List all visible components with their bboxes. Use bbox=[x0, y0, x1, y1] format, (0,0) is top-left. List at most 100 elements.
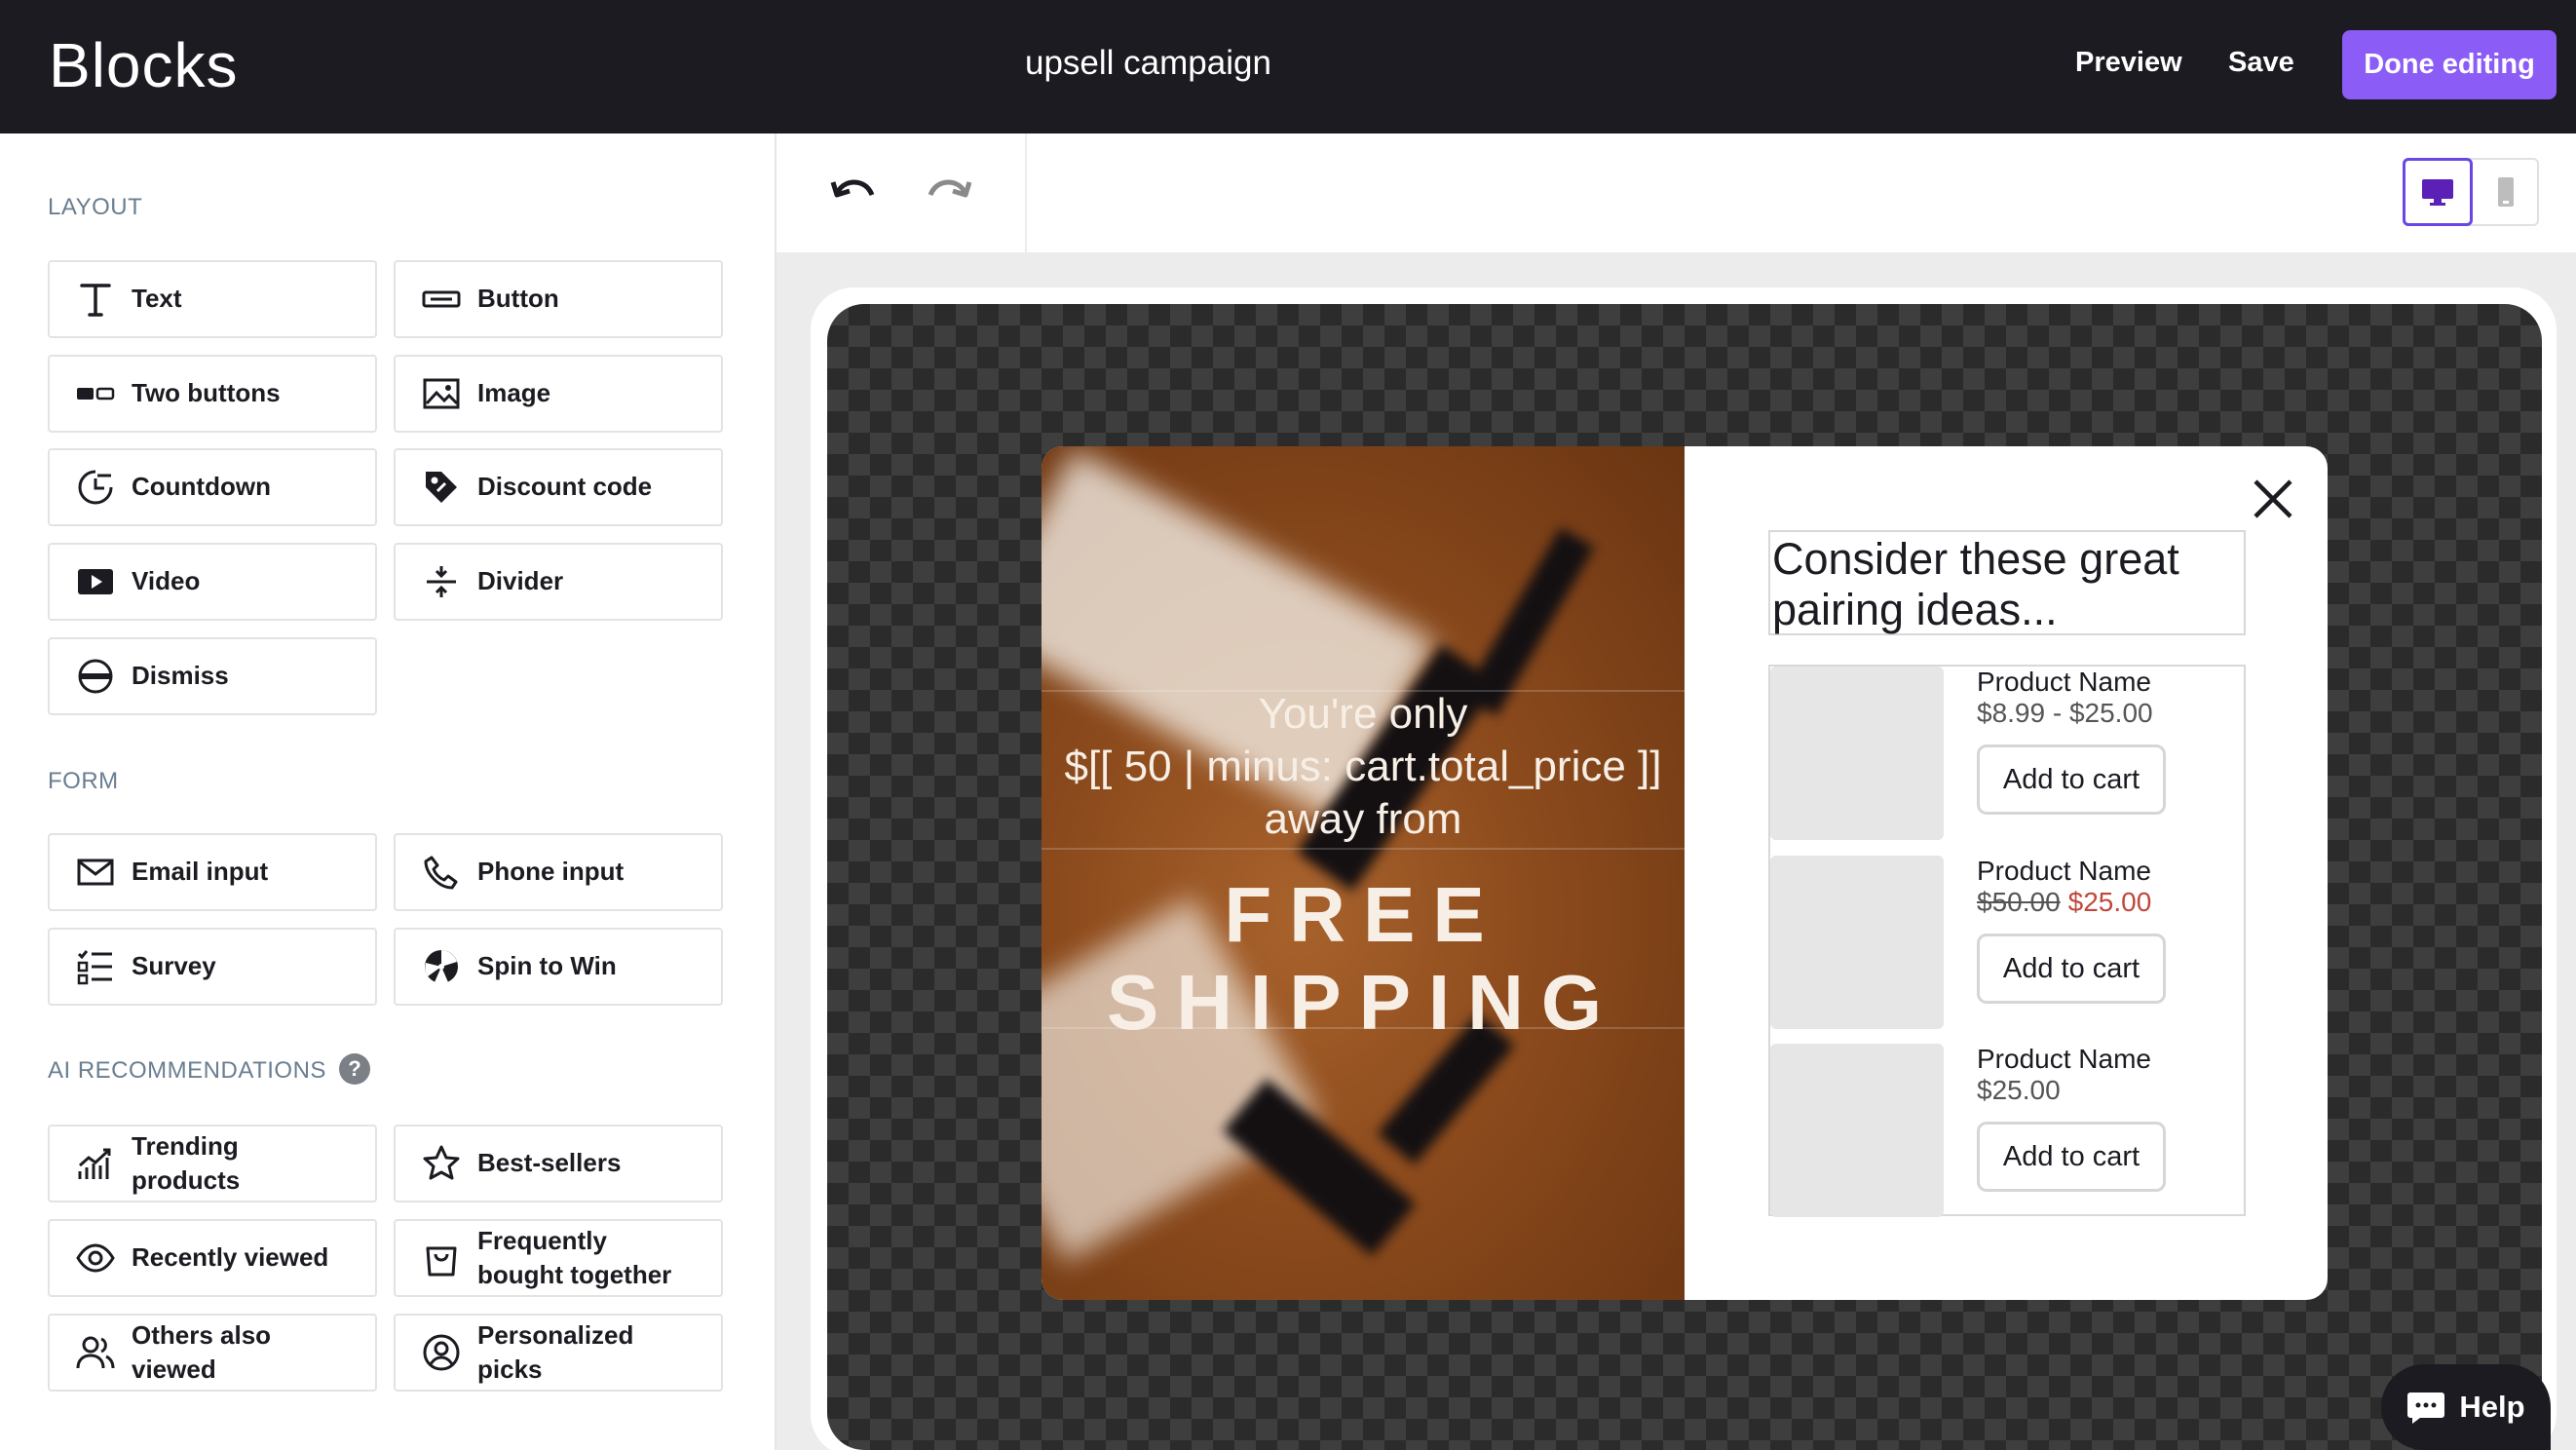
hero-image[interactable]: You're only $[[ 50 | minus: cart.total_p… bbox=[1042, 446, 1685, 1300]
block-label: Email input bbox=[132, 857, 269, 887]
survey-icon bbox=[75, 946, 116, 987]
block-video[interactable]: Video bbox=[48, 543, 377, 621]
sale-price: $25.00 bbox=[2067, 887, 2152, 917]
hero-text-line[interactable]: You're only bbox=[1042, 688, 1685, 741]
user-circle-icon bbox=[421, 1332, 462, 1373]
block-label: Best-sellers bbox=[477, 1148, 622, 1178]
block-others-also-viewed[interactable]: Others also viewed bbox=[48, 1314, 377, 1392]
top-bar: Blocks upsell campaign Preview Save Done… bbox=[0, 0, 2576, 134]
envelope-icon bbox=[75, 852, 116, 893]
block-label: Survey bbox=[132, 951, 216, 981]
chat-icon bbox=[2406, 1390, 2445, 1425]
hero-headline[interactable]: FREE bbox=[1042, 871, 1685, 959]
ai-recommendations-title: AI RECOMMENDATIONS bbox=[48, 1057, 326, 1084]
help-button[interactable]: Help bbox=[2381, 1364, 2551, 1450]
hero-headline[interactable]: SHIPPING bbox=[1042, 959, 1685, 1047]
save-button[interactable]: Save bbox=[2228, 47, 2294, 79]
eye-icon bbox=[75, 1238, 116, 1278]
product-name: Product Name bbox=[1977, 856, 2151, 886]
original-price: $50.00 bbox=[1977, 887, 2061, 917]
mobile-view-icon[interactable] bbox=[2473, 160, 2539, 224]
text-icon bbox=[75, 279, 116, 320]
add-to-cart-button[interactable]: Add to cart bbox=[1977, 934, 2166, 1004]
product-image bbox=[1770, 1044, 1944, 1217]
block-best-sellers[interactable]: Best-sellers bbox=[394, 1125, 723, 1202]
wheel-icon bbox=[421, 946, 462, 987]
block-trending-products[interactable]: Trending products bbox=[48, 1125, 377, 1202]
layout-section-title: LAYOUT bbox=[48, 194, 143, 220]
redo-icon[interactable] bbox=[921, 165, 975, 219]
trending-chart-icon bbox=[75, 1143, 116, 1184]
upsell-popup: You're only $[[ 50 | minus: cart.total_p… bbox=[1042, 446, 2328, 1300]
product-price: $50.00 $25.00 bbox=[1977, 887, 2151, 918]
hero-shoe-shape bbox=[1222, 1078, 1417, 1257]
shopping-bag-icon bbox=[421, 1238, 462, 1278]
block-two-buttons[interactable]: Two buttons bbox=[48, 355, 377, 433]
block-label: Frequently bought together bbox=[477, 1225, 672, 1289]
video-icon bbox=[75, 561, 116, 602]
product-image bbox=[1770, 856, 1944, 1029]
add-to-cart-button[interactable]: Add to cart bbox=[1977, 1122, 2166, 1192]
hero-guide-line bbox=[1042, 848, 1685, 850]
done-editing-button[interactable]: Done editing bbox=[2342, 30, 2557, 99]
users-icon bbox=[75, 1332, 116, 1373]
block-label: Text bbox=[132, 284, 182, 314]
help-label: Help bbox=[2459, 1390, 2525, 1424]
hero-text-line[interactable]: $[[ 50 | minus: cart.total_price ]] bbox=[1042, 741, 1685, 793]
block-dismiss[interactable]: Dismiss bbox=[48, 637, 377, 715]
hero-text-line[interactable]: away from bbox=[1042, 793, 1685, 846]
ai-help-icon[interactable]: ? bbox=[339, 1053, 370, 1085]
block-label: Spin to Win bbox=[477, 951, 617, 981]
block-personalized-picks[interactable]: Personalized picks bbox=[394, 1314, 723, 1392]
recommendations-title[interactable]: Consider these great pairing ideas... bbox=[1768, 530, 2246, 635]
product-price: $25.00 bbox=[1977, 1075, 2061, 1105]
block-email-input[interactable]: Email input bbox=[48, 833, 377, 911]
block-discount-code[interactable]: Discount code bbox=[394, 448, 723, 526]
product-list: Product Name $8.99 - $25.00 Add to cart … bbox=[1768, 665, 2246, 1217]
block-label: Phone input bbox=[477, 857, 625, 887]
desktop-view-icon[interactable] bbox=[2403, 158, 2473, 226]
brand-logo: Blocks bbox=[49, 30, 239, 100]
close-icon[interactable] bbox=[2248, 474, 2298, 524]
undo-icon[interactable] bbox=[827, 165, 882, 219]
product-name: Product Name bbox=[1977, 667, 2151, 697]
blocks-sidebar: LAYOUT Text Button Two buttons Image Cou… bbox=[0, 134, 777, 1450]
block-recently-viewed[interactable]: Recently viewed bbox=[48, 1219, 377, 1297]
block-label: Image bbox=[477, 378, 551, 408]
tag-icon bbox=[421, 467, 462, 508]
block-phone-input[interactable]: Phone input bbox=[394, 833, 723, 911]
block-label: Trending products bbox=[132, 1130, 241, 1195]
preview-button[interactable]: Preview bbox=[2075, 47, 2182, 79]
product-price: $8.99 - $25.00 bbox=[1977, 698, 2153, 728]
block-text[interactable]: Text bbox=[48, 260, 377, 338]
block-countdown[interactable]: Countdown bbox=[48, 448, 377, 526]
block-spin-to-win[interactable]: Spin to Win bbox=[394, 928, 723, 1006]
phone-icon bbox=[421, 852, 462, 893]
two-buttons-icon bbox=[75, 373, 116, 414]
button-icon bbox=[421, 279, 462, 320]
block-image[interactable]: Image bbox=[394, 355, 723, 433]
dismiss-icon bbox=[75, 656, 116, 697]
block-label: Countdown bbox=[132, 472, 271, 502]
block-survey[interactable]: Survey bbox=[48, 928, 377, 1006]
block-label: Video bbox=[132, 566, 201, 596]
editor-toolbar bbox=[777, 134, 2576, 252]
image-icon bbox=[421, 373, 462, 414]
device-toggle bbox=[2403, 158, 2539, 226]
campaign-name[interactable]: upsell campaign bbox=[1025, 44, 1271, 83]
block-frequently-bought-together[interactable]: Frequently bought together bbox=[394, 1219, 723, 1297]
divider-icon bbox=[421, 561, 462, 602]
block-label: Divider bbox=[477, 566, 564, 596]
block-button[interactable]: Button bbox=[394, 260, 723, 338]
product-image bbox=[1770, 667, 1944, 840]
block-label: Discount code bbox=[477, 472, 653, 502]
block-label: Dismiss bbox=[132, 661, 229, 691]
block-divider[interactable]: Divider bbox=[394, 543, 723, 621]
product-name: Product Name bbox=[1977, 1044, 2151, 1074]
block-label: Recently viewed bbox=[132, 1242, 329, 1273]
form-section-title: FORM bbox=[48, 768, 119, 794]
block-label: Two buttons bbox=[132, 378, 281, 408]
add-to-cart-button[interactable]: Add to cart bbox=[1977, 744, 2166, 815]
star-icon bbox=[421, 1143, 462, 1184]
block-label: Others also viewed bbox=[132, 1319, 272, 1384]
